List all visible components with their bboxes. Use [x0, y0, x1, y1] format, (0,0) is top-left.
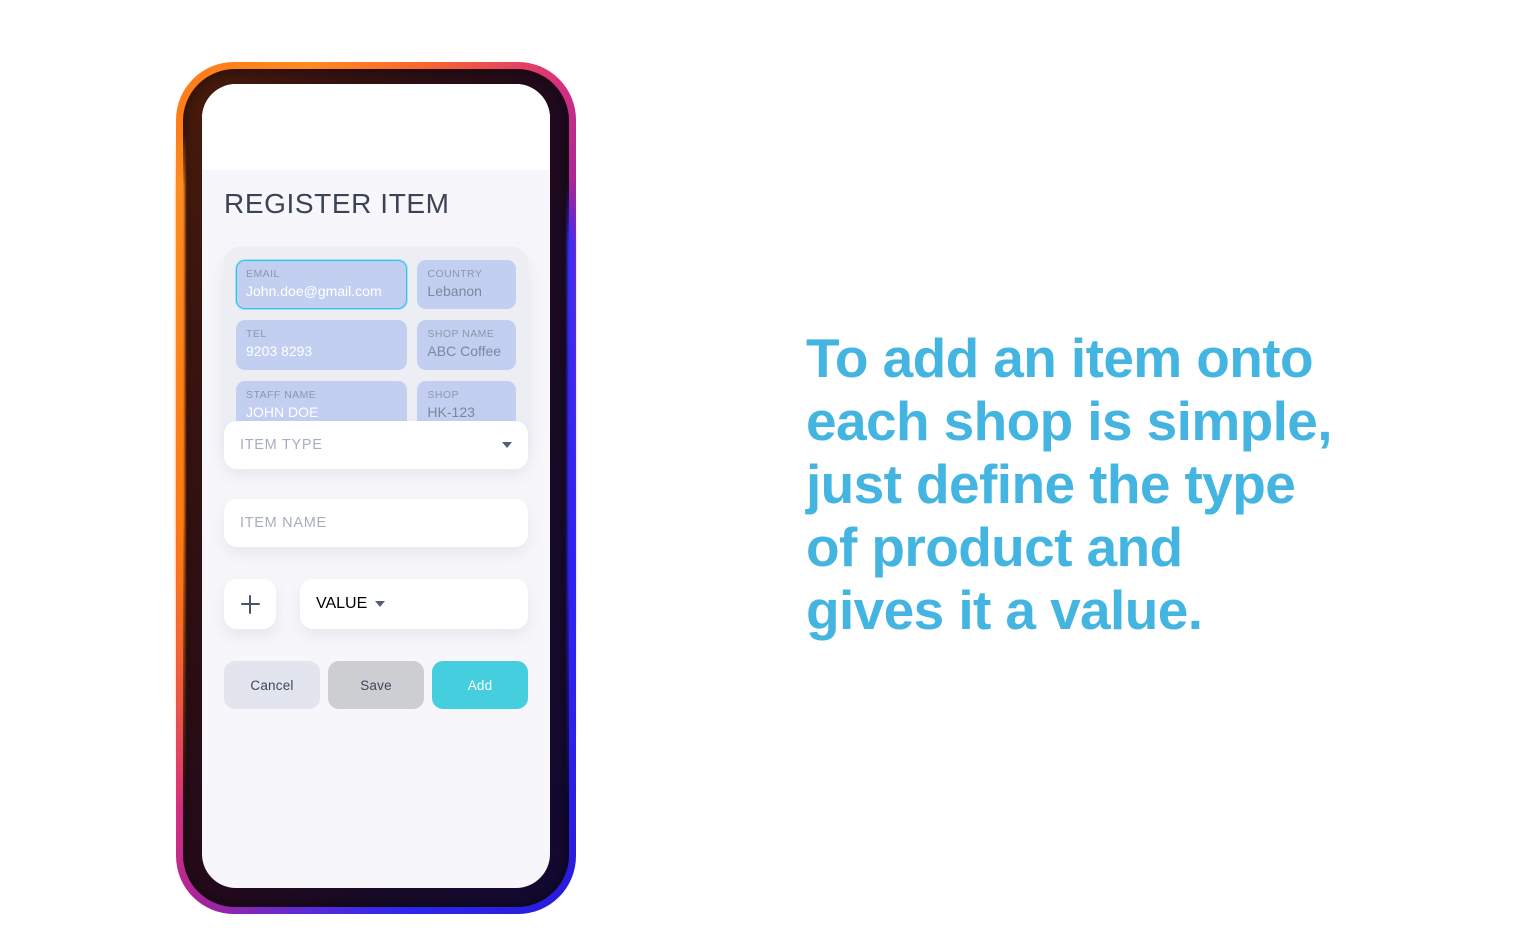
phone-rim-highlight-left [176, 132, 185, 832]
field-tel-label: TEL [246, 328, 267, 341]
field-country[interactable]: COUNTRY Lebanon [417, 260, 516, 310]
phone-rim-highlight-right [567, 182, 575, 822]
chevron-down-icon [375, 601, 386, 607]
headline-line-4: of product and [806, 516, 1183, 578]
info-row: EMAIL John.doe@gmail.com COUNTRY Lebanon [236, 260, 516, 310]
value-placeholder: VALUE [316, 595, 368, 612]
action-button-row: Cancel Save Add [224, 661, 528, 709]
field-email[interactable]: EMAIL John.doe@gmail.com [236, 260, 408, 310]
page-title: REGISTER ITEM [224, 188, 450, 219]
field-shop-name-value: ABC Coffee [427, 343, 502, 360]
headline-line-1: To add an item onto [806, 327, 1314, 389]
field-email-value: John.doe@gmail.com [246, 282, 382, 299]
field-staff-name-value: JOHN DOE [246, 403, 319, 420]
cancel-button[interactable]: Cancel [224, 661, 320, 709]
phone-mockup: REGISTER ITEM EMAIL John.doe@gmail.com C… [176, 62, 576, 914]
field-tel-value: 9203 8293 [246, 343, 313, 360]
value-dropdown[interactable]: VALUE [300, 579, 528, 629]
item-type-placeholder: ITEM TYPE [240, 437, 323, 453]
field-staff-name-label: STAFF NAME [246, 388, 317, 401]
value-entry-row: VALUE [224, 579, 528, 629]
field-shop-label: SHOP [427, 388, 459, 401]
item-name-input[interactable]: ITEM NAME [224, 499, 528, 547]
app-screen-content: REGISTER ITEM EMAIL John.doe@gmail.com C… [202, 84, 550, 888]
marketing-headline: To add an item onto each shop is simple,… [806, 327, 1466, 642]
field-tel[interactable]: TEL 9203 8293 [236, 320, 408, 370]
field-email-label: EMAIL [246, 268, 280, 280]
add-value-button[interactable] [224, 579, 276, 629]
field-country-value: Lebanon [427, 282, 482, 299]
plus-icon [240, 594, 260, 614]
save-button[interactable]: Save [328, 661, 424, 709]
chevron-down-icon [502, 442, 512, 448]
item-type-dropdown[interactable]: ITEM TYPE [224, 421, 528, 469]
headline-line-3: just define the type [806, 453, 1296, 515]
field-shop-value: HK-123 [427, 403, 475, 420]
info-row: TEL 9203 8293 SHOP NAME ABC Coffee [236, 320, 516, 370]
info-field-grid: EMAIL John.doe@gmail.com COUNTRY Lebanon… [236, 260, 516, 431]
headline-line-5: gives it a value. [806, 579, 1203, 641]
field-country-label: COUNTRY [427, 268, 483, 280]
customer-info-card: EMAIL John.doe@gmail.com COUNTRY Lebanon… [224, 247, 528, 444]
add-button[interactable]: Add [432, 661, 528, 709]
field-shop-name[interactable]: SHOP NAME ABC Coffee [417, 320, 516, 370]
item-name-placeholder: ITEM NAME [240, 515, 327, 531]
field-shop-name-label: SHOP NAME [427, 328, 495, 341]
headline-line-2: each shop is simple, [806, 390, 1333, 452]
phone-screen: REGISTER ITEM EMAIL John.doe@gmail.com C… [202, 84, 550, 888]
